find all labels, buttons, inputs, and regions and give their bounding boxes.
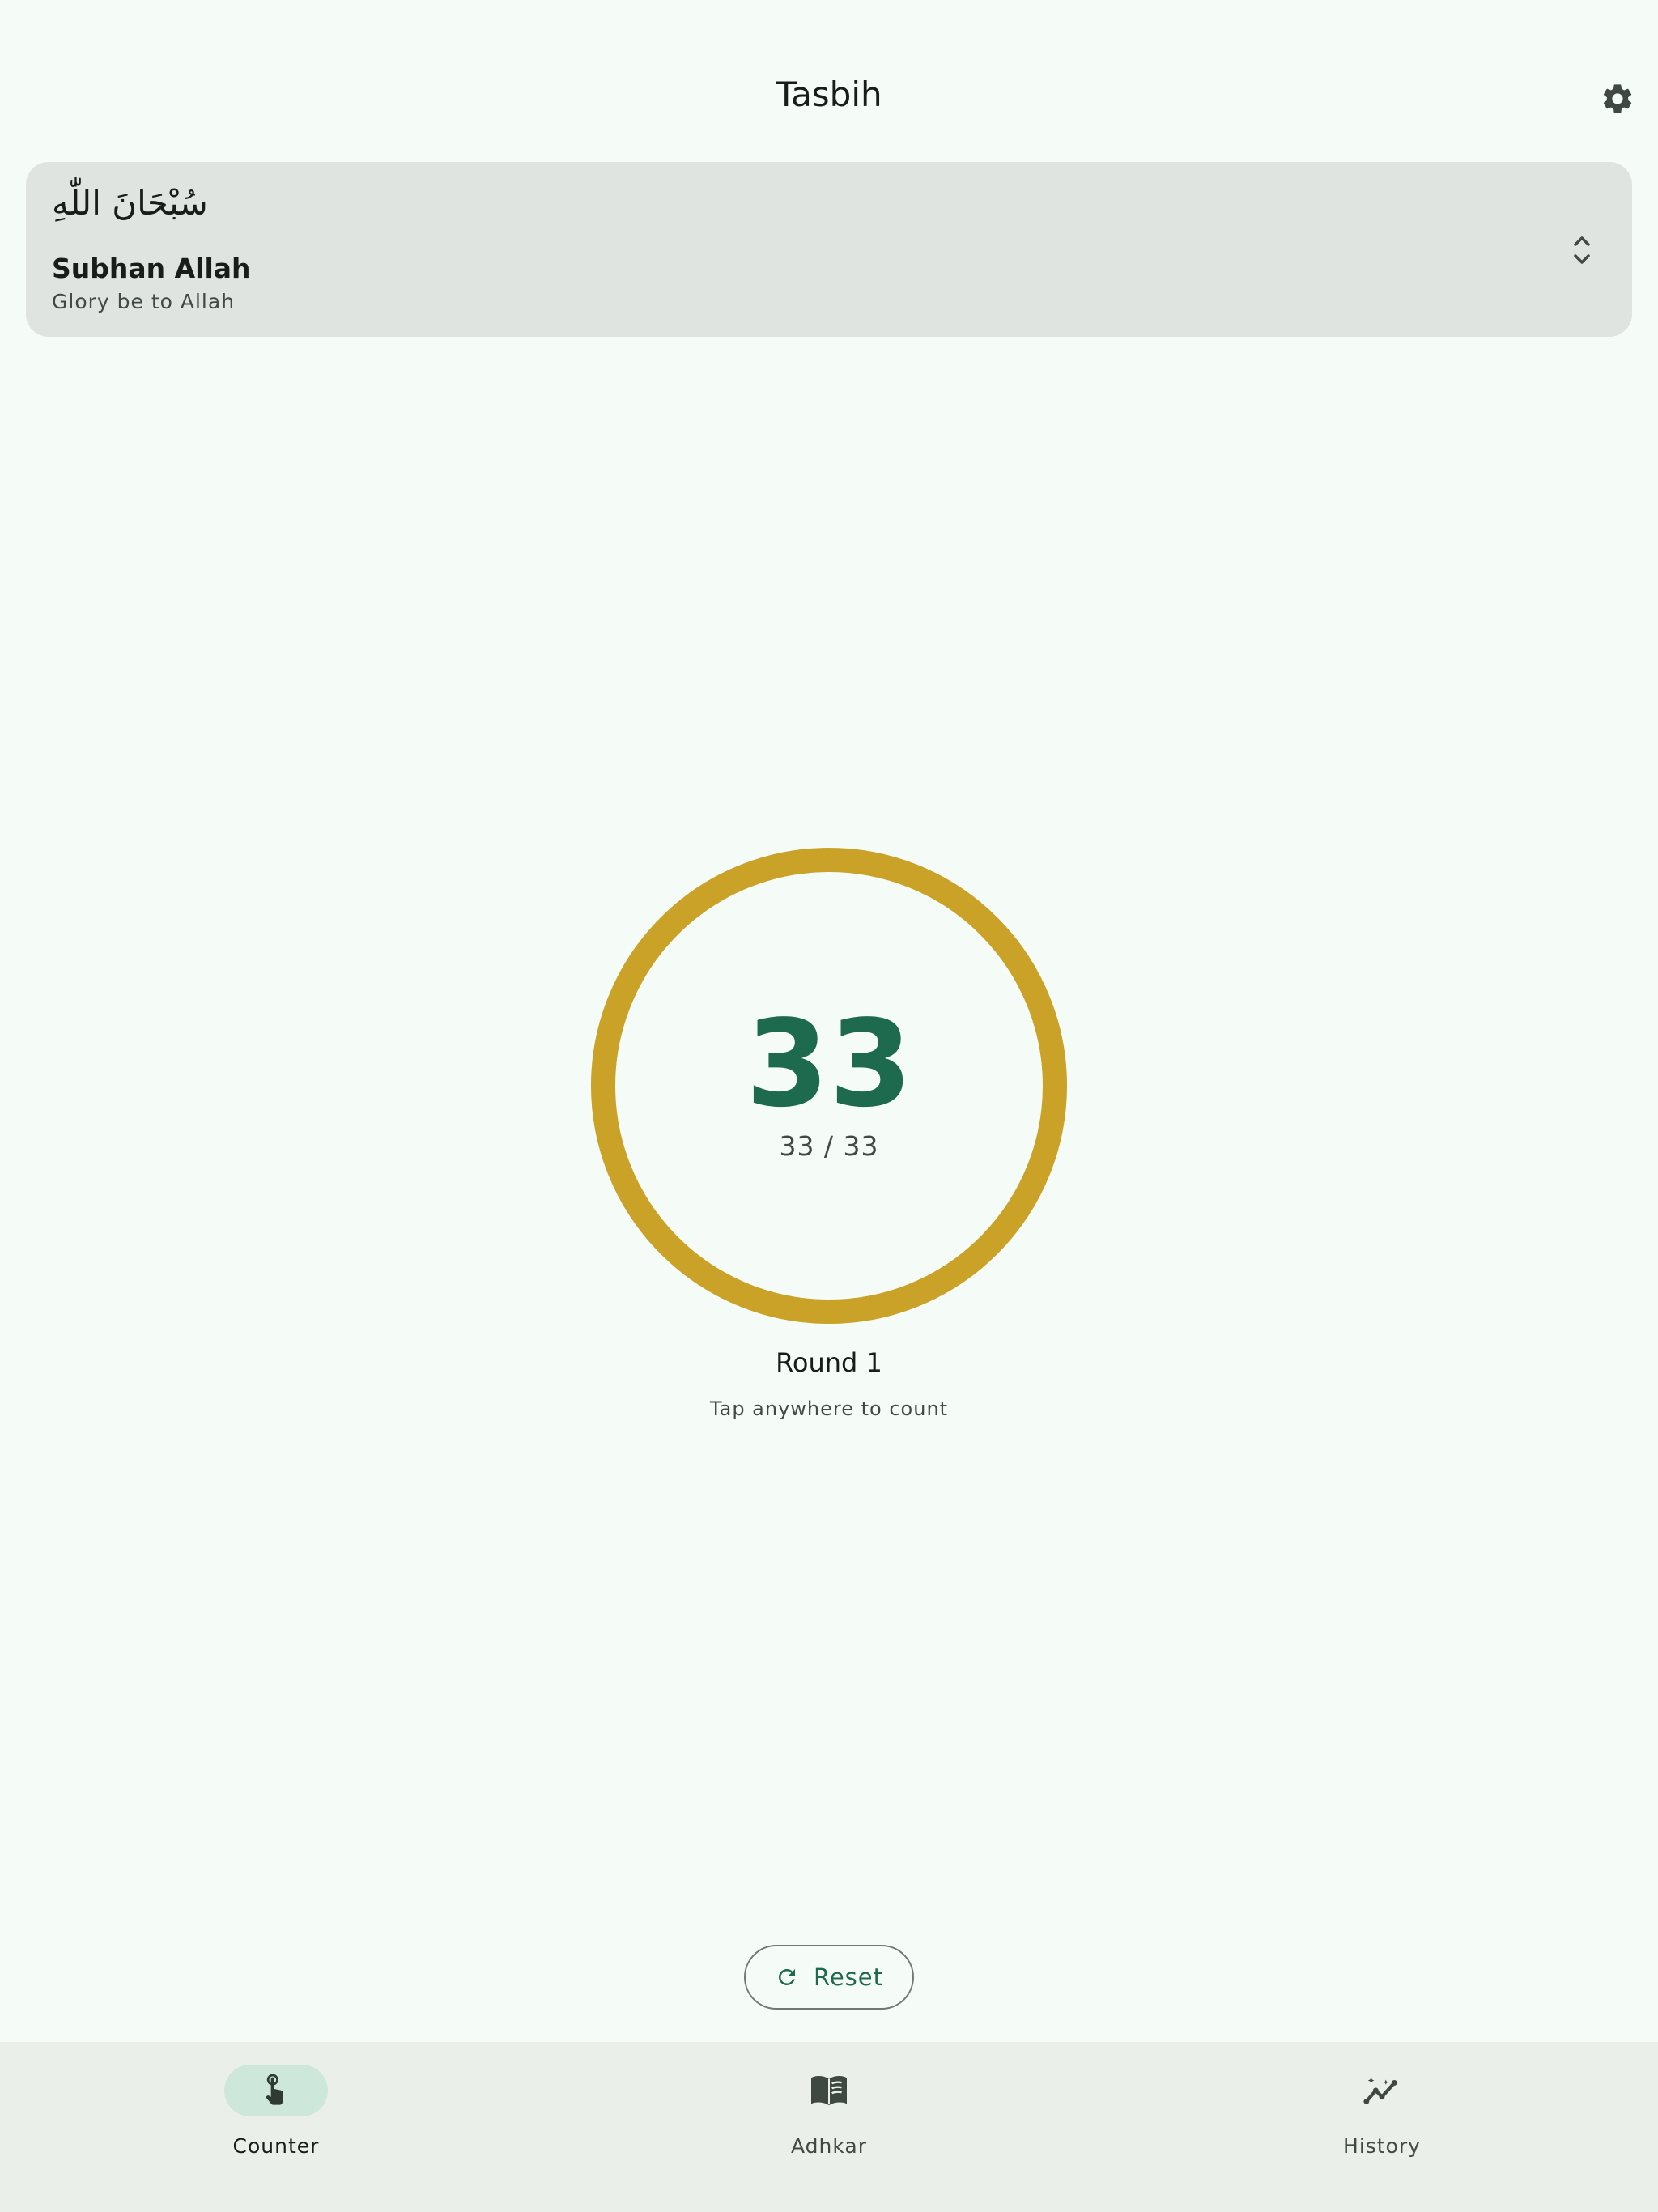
nav-icon-holder [1330,2065,1434,2116]
nav-label-history: History [1343,2134,1421,2158]
dhikr-meaning: Glory be to Allah [52,290,236,313]
nav-icon-holder [777,2065,881,2116]
refresh-icon [778,1969,795,1985]
nav-label-counter: Counter [232,2134,320,2158]
nav-item-history[interactable]: History [1220,2042,1544,2212]
gear-icon [1603,84,1632,113]
book-icon [811,2076,847,2106]
count-value: 33 [746,994,912,1134]
tap-hand-icon [266,2074,283,2105]
dhikr-selector[interactable]: سُبْحَانَ اللّٰهِ Subhan Allah Glory be … [26,162,1632,337]
round-label: Round 1 [776,1347,882,1378]
nav-active-indicator [224,2065,328,2116]
dhikr-arabic-text: سُبْحَانَ اللّٰهِ [52,183,208,223]
nav-item-counter[interactable]: Counter [114,2042,438,2212]
reset-button[interactable]: Reset [744,1945,914,2010]
bottom-navigation: Counter Adhkar History [0,2042,1658,2212]
page-title: Tasbih [776,74,882,114]
nav-item-adhkar[interactable]: Adhkar [667,2042,991,2212]
count-progress-text: 33 / 33 [779,1130,879,1162]
dhikr-transliteration: Subhan Allah [52,253,251,284]
nav-label-adhkar: Adhkar [790,2134,867,2158]
reset-label: Reset [813,1963,883,1991]
settings-button[interactable] [1593,74,1642,123]
tap-hint: Tap anywhere to count [709,1397,949,1420]
top-app-bar: Tasbih [0,0,1658,154]
unfold-chevrons-icon [1574,236,1590,264]
trend-sparkle-icon [1363,2077,1397,2104]
